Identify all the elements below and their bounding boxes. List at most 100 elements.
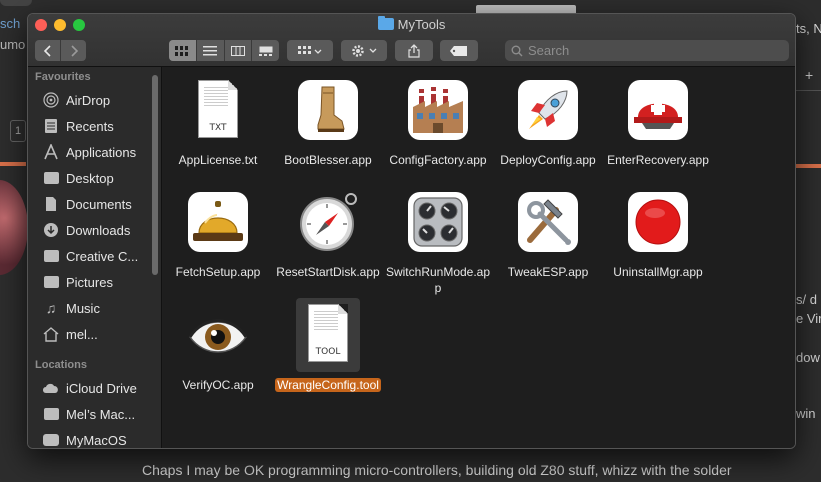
sidebar-item-label: Creative C... (66, 248, 139, 264)
downloads-icon (42, 222, 60, 238)
view-mode-control (169, 40, 279, 61)
pictures-icon (42, 274, 60, 290)
file-item-enterrecovery[interactable]: EnterRecovery.app (603, 67, 713, 175)
file-name: AppLicense.txt (178, 153, 258, 167)
file-item-deployconfig[interactable]: DeployConfig.app (493, 67, 603, 175)
file-extension-label: TXT (209, 123, 227, 133)
chevron-left-icon (43, 44, 51, 57)
search-field[interactable]: Search (505, 40, 789, 61)
folder-icon (377, 16, 394, 30)
file-name: TweakESP.app (507, 265, 589, 279)
list-icon (203, 45, 218, 55)
file-item-applicense[interactable]: TXT AppLicense.txt (163, 67, 273, 175)
sidebar-header-favourites: Favourites (35, 71, 91, 83)
sidebar-item-icloud-drive[interactable]: iCloud Drive (42, 377, 152, 399)
share-icon (408, 43, 420, 58)
sidebar-item-label: AirDrop (66, 92, 111, 108)
finder-window: MyTools Search Favourites AirDrop Recent… (27, 13, 796, 449)
sidebar-item-label: iCloud Drive (66, 380, 137, 396)
sidebar-item-label: Music (66, 300, 100, 316)
rocket-icon (516, 78, 580, 142)
sidebar-item-label: MyMacOS (66, 432, 127, 448)
column-view-button[interactable] (223, 40, 252, 61)
sidebar: Favourites AirDrop Recents Applications … (28, 67, 162, 448)
plus-icon: + (805, 67, 814, 83)
computer-icon (42, 406, 60, 422)
applications-icon (42, 144, 60, 160)
chevron-right-icon (70, 44, 78, 57)
boot-icon (296, 78, 360, 142)
grid-icon (175, 45, 189, 56)
sidebar-item-music[interactable]: ♫ Music (42, 297, 152, 319)
music-icon: ♫ (45, 300, 57, 316)
gallery-icon (258, 46, 273, 56)
file-name: VerifyOC.app (182, 378, 254, 392)
compass-icon (296, 190, 360, 254)
background-divider (0, 162, 26, 166)
file-item-verifyoc[interactable]: VerifyOC.app (163, 292, 273, 400)
tags-button[interactable] (440, 40, 478, 61)
file-item-tweakesp[interactable]: TweakESP.app (493, 179, 603, 287)
sidebar-item-mels-mac[interactable]: Mel’s Mac... (42, 403, 152, 425)
group-icon (298, 45, 322, 54)
file-name: DeployConfig.app (500, 153, 596, 167)
recents-icon (42, 118, 60, 134)
hammer-wrench-icon (516, 190, 580, 254)
file-item-wrangleconfig[interactable]: TOOL WrangleConfig.tool (273, 292, 383, 400)
file-item-resetstartdisk[interactable]: ResetStartDisk.app (273, 179, 383, 287)
sidebar-item-label: Mel’s Mac... (66, 406, 136, 422)
sidebar-item-label: Documents (66, 196, 132, 212)
file-item-uninstallmgr[interactable]: UninstallMgr.app (603, 179, 713, 287)
sidebar-item-documents[interactable]: Documents (42, 193, 152, 215)
sidebar-item-pictures[interactable]: Pictures (42, 271, 152, 293)
file-item-switchrunmode[interactable]: SwitchRunMode.app (383, 179, 493, 295)
sidebar-item-airdrop[interactable]: AirDrop (42, 89, 152, 111)
background-text-line: dow (796, 350, 820, 365)
tag-icon (450, 45, 467, 56)
disk-icon (42, 432, 60, 448)
background-text-line: ts, N (796, 21, 821, 36)
file-name: ResetStartDisk.app (276, 265, 380, 279)
control-panel-icon (406, 190, 470, 254)
background-subtext: umo (0, 37, 26, 52)
share-button[interactable] (395, 40, 433, 61)
sidebar-item-label: Applications (66, 144, 137, 160)
sidebar-item-creative-cloud[interactable]: Creative C... (42, 245, 152, 267)
action-menu-button[interactable] (341, 40, 387, 61)
file-name: ConfigFactory.app (389, 153, 487, 167)
factory-icon (406, 78, 470, 142)
background-username: sch (0, 16, 21, 31)
search-placeholder: Search (528, 43, 570, 58)
airdrop-icon (42, 92, 60, 108)
sidebar-item-home[interactable]: mel... (42, 323, 152, 345)
list-view-button[interactable] (195, 40, 224, 61)
file-name: UninstallMgr.app (613, 265, 703, 279)
back-button[interactable] (35, 40, 60, 61)
group-by-button[interactable] (287, 40, 333, 61)
sidebar-item-recents[interactable]: Recents (42, 115, 152, 137)
documents-icon (42, 196, 60, 212)
file-name: WrangleConfig.tool (275, 378, 381, 392)
bell-icon (186, 190, 250, 254)
file-item-configfactory[interactable]: ConfigFactory.app (383, 67, 493, 175)
sidebar-header-locations: Locations (35, 359, 87, 371)
file-extension-label: TOOL (315, 347, 341, 357)
sidebar-item-label: Downloads (66, 222, 131, 238)
navigation-buttons (35, 40, 86, 61)
icon-view-button[interactable] (169, 40, 196, 61)
file-name: FetchSetup.app (175, 265, 261, 279)
window-title: MyTools (28, 16, 795, 33)
background-text-line: win (796, 406, 816, 421)
file-item-fetchsetup[interactable]: FetchSetup.app (163, 179, 273, 287)
sidebar-item-mymacos[interactable]: MyMacOS (42, 429, 152, 448)
sidebar-item-desktop[interactable]: Desktop (42, 167, 152, 189)
rescue-helmet-icon (626, 78, 690, 142)
sidebar-scrollbar[interactable] (152, 75, 158, 275)
sidebar-item-applications[interactable]: Applications (42, 141, 152, 163)
sidebar-item-downloads[interactable]: Downloads (42, 219, 152, 241)
gallery-view-button[interactable] (251, 40, 279, 61)
file-name: BootBlesser.app (284, 153, 372, 167)
file-name: EnterRecovery.app (607, 153, 709, 167)
forward-button[interactable] (60, 40, 86, 61)
file-item-bootblesser[interactable]: BootBlesser.app (273, 67, 383, 175)
